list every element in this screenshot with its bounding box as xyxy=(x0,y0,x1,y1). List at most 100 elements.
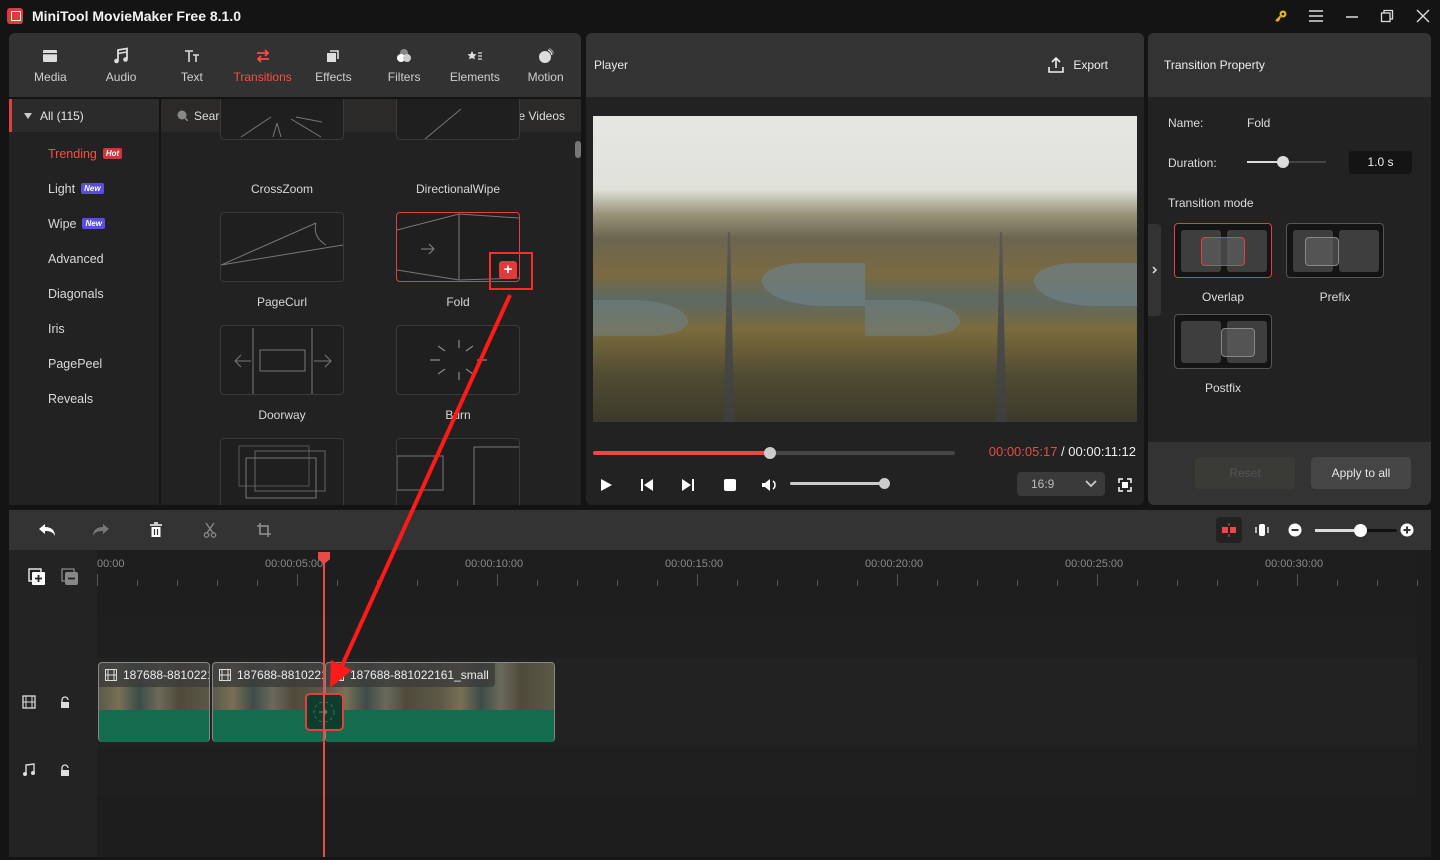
volume-button[interactable] xyxy=(760,475,780,495)
close-icon[interactable] xyxy=(1412,6,1434,26)
transition-mode-label: Transition mode xyxy=(1168,196,1254,210)
transition-thumbnail[interactable] xyxy=(220,438,344,505)
transition-thumbnail[interactable] xyxy=(396,438,520,505)
tab-effects[interactable]: Effects xyxy=(298,33,369,97)
ruler-minor-tick xyxy=(737,580,738,586)
new-badge: New xyxy=(81,183,104,194)
duration-knob[interactable] xyxy=(1277,156,1289,168)
ruler-minor-tick xyxy=(257,580,258,586)
tab-motion[interactable]: Motion xyxy=(510,33,581,97)
transition-burn[interactable] xyxy=(396,325,520,395)
fit-icon xyxy=(1255,524,1269,536)
player-title: Player xyxy=(594,58,629,72)
tab-filters[interactable]: Filters xyxy=(369,33,440,97)
panel-collapse-handle[interactable] xyxy=(1148,224,1161,316)
apply-to-all-button[interactable]: Apply to all xyxy=(1311,457,1411,489)
ruler-major-tick xyxy=(697,574,698,586)
reset-button[interactable]: Reset xyxy=(1195,457,1295,489)
timeline-ruler[interactable]: 00:00 00:00:05:00 00:00:10:00 00:00:15:00 00… xyxy=(97,550,1418,616)
ruler-label: 00:00:25:00 xyxy=(1065,558,1124,570)
category-pagepeel[interactable]: PagePeel xyxy=(9,346,159,381)
tab-media[interactable]: Media xyxy=(15,33,86,97)
volume-slider[interactable] xyxy=(790,478,890,489)
aspect-ratio-select[interactable]: 16:9 xyxy=(1017,472,1105,496)
zoom-knob[interactable] xyxy=(1354,524,1367,537)
transition-crosszoom[interactable] xyxy=(220,99,344,140)
transitions-panel: Search transitions Download YouTube Vide… xyxy=(161,99,581,505)
category-all[interactable]: All (115) xyxy=(9,99,159,132)
timeline-zoom-slider[interactable] xyxy=(1315,524,1397,537)
category-trending[interactable]: Trending Hot xyxy=(9,136,159,171)
tab-text[interactable]: Text xyxy=(157,33,228,97)
category-diagonals[interactable]: Diagonals xyxy=(9,276,159,311)
export-button[interactable]: Export xyxy=(1047,57,1108,73)
minimize-icon[interactable] xyxy=(1341,6,1363,26)
tab-media-label: Media xyxy=(34,69,67,84)
transition-directionalwipe[interactable] xyxy=(396,99,520,140)
category-iris[interactable]: Iris xyxy=(9,311,159,346)
ruler-minor-tick xyxy=(977,580,978,586)
zoom-in-button[interactable] xyxy=(1397,520,1417,540)
redo-button[interactable] xyxy=(91,520,111,540)
ruler-minor-tick xyxy=(577,580,578,586)
snap-button[interactable] xyxy=(1216,517,1242,543)
duration-input[interactable]: 1.0 s xyxy=(1349,151,1412,174)
tab-transitions[interactable]: Transitions xyxy=(227,33,298,97)
transitions-scrollbar[interactable] xyxy=(575,141,581,158)
name-value: Fold xyxy=(1247,116,1271,130)
add-track-button[interactable] xyxy=(28,568,46,586)
delete-button[interactable] xyxy=(146,520,166,540)
previous-frame-button[interactable] xyxy=(637,475,657,495)
snap-icon xyxy=(1222,523,1236,537)
fullscreen-button[interactable] xyxy=(1115,475,1135,495)
play-button[interactable] xyxy=(596,475,616,495)
category-wipe[interactable]: Wipe New xyxy=(9,206,159,241)
category-advanced[interactable]: Advanced xyxy=(9,241,159,276)
playback-progress-bar[interactable] xyxy=(593,447,955,459)
split-button[interactable] xyxy=(200,520,220,540)
mode-overlap[interactable] xyxy=(1174,223,1272,278)
category-reveals[interactable]: Reveals xyxy=(9,381,159,416)
category-label: Wipe xyxy=(48,216,77,231)
mode-prefix[interactable] xyxy=(1286,223,1384,278)
transition-label: Fold xyxy=(446,295,470,309)
prefix-mode-icon xyxy=(1305,237,1339,266)
ruler-minor-tick xyxy=(1177,580,1178,586)
volume-knob[interactable] xyxy=(879,478,890,489)
tab-audio[interactable]: Audio xyxy=(86,33,157,97)
progress-knob[interactable] xyxy=(764,447,776,459)
transition-doorway[interactable] xyxy=(220,325,344,395)
menu-icon[interactable] xyxy=(1305,6,1327,26)
time-separator: / xyxy=(1057,444,1069,459)
next-frame-button[interactable] xyxy=(678,475,698,495)
video-preview[interactable] xyxy=(593,116,1137,422)
transition-pagecurl[interactable] xyxy=(220,212,344,282)
zoom-out-button[interactable] xyxy=(1285,520,1305,540)
ruler-major-tick xyxy=(497,574,498,586)
duration-slider[interactable] xyxy=(1247,156,1326,168)
ruler-label: 00:00:05:00 xyxy=(265,558,324,570)
add-track-icon xyxy=(28,568,45,585)
video-track-lock-icon[interactable] xyxy=(56,693,74,711)
mode-postfix[interactable] xyxy=(1174,314,1272,369)
tab-effects-label: Effects xyxy=(315,69,352,84)
transition-label: CrossZoom xyxy=(250,182,313,196)
video-frame-left xyxy=(593,116,865,422)
time-readout: 00:00:05:17 / 00:00:11:12 xyxy=(989,444,1136,459)
category-label: Iris xyxy=(48,321,65,336)
key-icon[interactable] xyxy=(1270,6,1292,26)
transition-preview-icon xyxy=(238,445,326,499)
restore-icon[interactable] xyxy=(1376,6,1398,26)
undo-button[interactable] xyxy=(37,520,57,540)
tab-elements[interactable]: Elements xyxy=(440,33,511,97)
crop-button[interactable] xyxy=(254,520,274,540)
audio-track-lock-icon[interactable] xyxy=(56,761,74,779)
fit-timeline-button[interactable] xyxy=(1252,520,1272,540)
export-label: Export xyxy=(1073,58,1108,72)
video-clip[interactable]: 187688-881022161_small xyxy=(325,662,555,742)
stop-button[interactable] xyxy=(720,475,740,495)
category-label: Trending xyxy=(48,146,97,161)
video-clip[interactable]: 187688-881022161_small xyxy=(98,662,210,742)
category-light[interactable]: Light New xyxy=(9,171,159,206)
remove-track-button[interactable] xyxy=(61,568,79,586)
